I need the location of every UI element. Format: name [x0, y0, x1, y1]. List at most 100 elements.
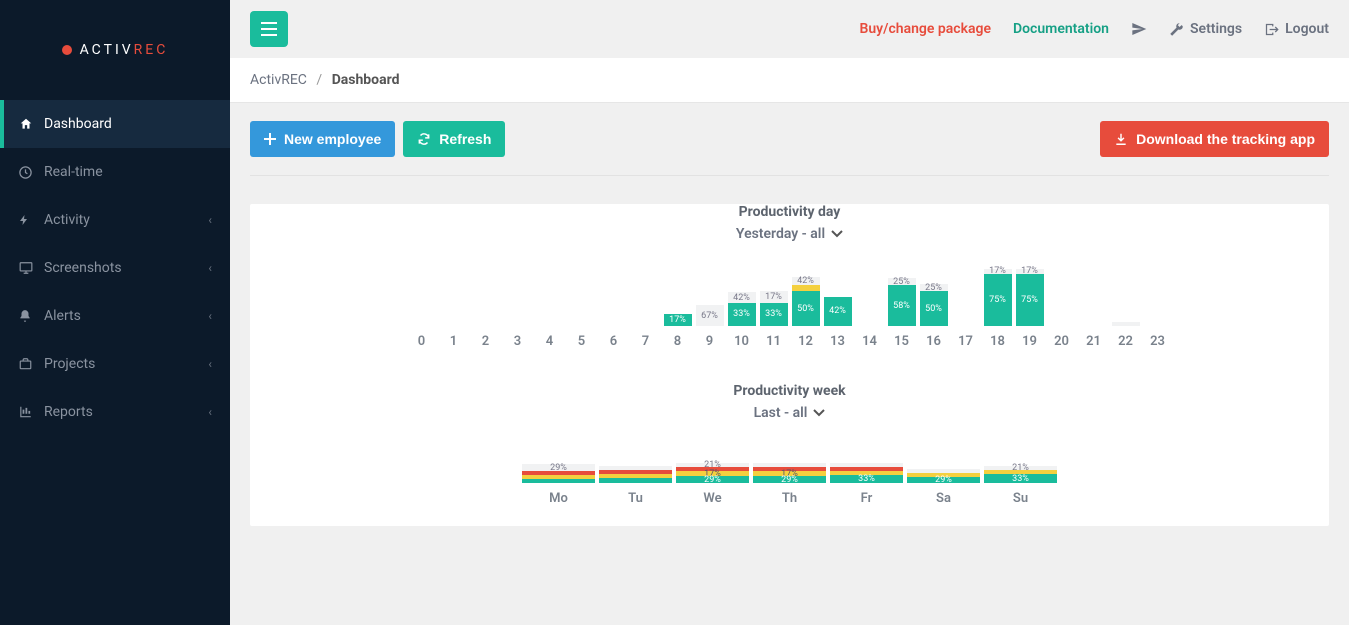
chevron-left-icon: ‹ [208, 261, 212, 275]
documentation-link[interactable]: Documentation [1013, 21, 1109, 37]
x-axis-label: 20 [1054, 334, 1069, 349]
bar-chart-icon [18, 405, 44, 419]
brand-suffix: REC [134, 42, 169, 58]
download-app-button[interactable]: Download the tracking app [1100, 121, 1329, 157]
x-axis-label: 1 [450, 334, 457, 349]
x-axis-label: 18 [990, 334, 1005, 349]
logout-link[interactable]: Logout [1264, 21, 1329, 37]
charts-panel: Productivity day Yesterday - all 0123456… [250, 204, 1329, 526]
refresh-icon [417, 132, 431, 146]
bar-col: 29% Sa [905, 435, 982, 506]
x-axis-label: 12 [798, 334, 813, 349]
chevron-left-icon: ‹ [208, 309, 212, 323]
bar-col: 14 [854, 256, 886, 349]
sidebar-item-label: Alerts [44, 308, 208, 324]
briefcase-icon [18, 357, 44, 371]
bar-seg: 75% [984, 274, 1012, 327]
breadcrumb-current: Dashboard [332, 72, 400, 88]
bar-col: 3 [502, 256, 534, 349]
x-axis-label: 22 [1118, 334, 1133, 349]
x-axis-label: Tu [628, 491, 643, 506]
refresh-button[interactable]: Refresh [403, 121, 505, 157]
record-dot-icon [62, 45, 72, 55]
bar-seg: 17% [760, 291, 788, 303]
topbar: Buy/change package Documentation Setting… [230, 0, 1349, 58]
bar-seg: 42% [792, 277, 820, 285]
breadcrumb-sep: / [316, 72, 322, 88]
sidebar-item-real-time[interactable]: Real-time [0, 148, 230, 196]
bar-col: 29%17%21%We [674, 435, 751, 506]
chart-day-subtitle: Yesterday - all [736, 226, 825, 242]
bar-seg: 50% [920, 291, 948, 326]
x-axis-label: 11 [766, 334, 781, 349]
bar-col: 50% 42% 12 [790, 256, 822, 349]
bar-col: 29%Mo [520, 435, 597, 506]
x-axis-label: 10 [734, 334, 749, 349]
menu-toggle-button[interactable] [250, 11, 288, 47]
hamburger-icon [261, 22, 277, 36]
bar-seg: 33% [760, 303, 788, 326]
x-axis-label: 6 [610, 334, 617, 349]
bar-col: 6 [598, 256, 630, 349]
bar-col: 20 [1046, 256, 1078, 349]
bar-seg: 25% [888, 278, 916, 285]
bar-col: 21 [1078, 256, 1110, 349]
x-axis-label: 5 [578, 334, 585, 349]
x-axis-label: Sa [936, 491, 951, 506]
sidebar-item-reports[interactable]: Reports‹ [0, 388, 230, 436]
bar-col: 22 [1110, 256, 1142, 349]
download-icon [1114, 132, 1128, 146]
bar-seg: 50% [792, 291, 820, 326]
new-employee-button[interactable]: New employee [250, 121, 395, 157]
breadcrumb-root[interactable]: ActivREC [250, 72, 307, 88]
x-axis-label: Fr [861, 491, 873, 506]
x-axis-label: 4 [546, 334, 553, 349]
bar-col: 23 [1142, 256, 1174, 349]
chart-week-selector[interactable]: Last - all [754, 405, 826, 421]
sidebar-item-screenshots[interactable]: Screenshots‹ [0, 244, 230, 292]
bar-seg: 29% [907, 477, 980, 483]
chart-week: 29%MoTu29%17%21%We29%17%Th33%Fr29%Sa33%2… [250, 435, 1329, 506]
bar-col: 7 [630, 256, 662, 349]
bar-col: 67%9 [694, 256, 726, 349]
sidebar-item-alerts[interactable]: Alerts‹ [0, 292, 230, 340]
bar-col: 0 [406, 256, 438, 349]
paper-plane-icon [1131, 21, 1147, 37]
bar-col: 75%17%18 [982, 256, 1014, 349]
chevron-left-icon: ‹ [208, 213, 212, 227]
buy-package-link[interactable]: Buy/change package [859, 21, 991, 37]
bar-seg: 42% [728, 292, 756, 303]
chart-day-selector[interactable]: Yesterday - all [736, 226, 843, 242]
x-axis-label: Th [782, 491, 797, 506]
chart-day-section: Productivity day Yesterday - all 0123456… [250, 204, 1329, 349]
bar-seg [599, 478, 672, 483]
settings-link[interactable]: Settings [1169, 21, 1242, 37]
sidebar-item-activity[interactable]: Activity‹ [0, 196, 230, 244]
sidebar-item-projects[interactable]: Projects‹ [0, 340, 230, 388]
bar-col: Tu [597, 435, 674, 506]
logout-label: Logout [1285, 21, 1329, 37]
x-axis-label: 19 [1022, 334, 1037, 349]
monitor-icon [18, 261, 44, 275]
bar-seg: 42% [824, 297, 852, 326]
bar-col: 33%Fr [828, 435, 905, 506]
bar-col: 58%25%15 [886, 256, 918, 349]
bar-col: 33%17% 11 [758, 256, 790, 349]
x-axis-label: We [703, 491, 721, 506]
bar-seg [522, 479, 595, 483]
chevron-down-icon [831, 230, 843, 238]
x-axis-label: 13 [830, 334, 845, 349]
chart-week-section: Productivity week Last - all 29%Mo Tu 29%1… [250, 383, 1329, 506]
sidebar-item-dashboard[interactable]: Dashboard [0, 100, 230, 148]
send-button[interactable] [1131, 21, 1147, 37]
refresh-label: Refresh [439, 131, 491, 147]
chart-week-title: Productivity week [250, 383, 1329, 399]
chevron-left-icon: ‹ [208, 405, 212, 419]
bar-col: 1 [438, 256, 470, 349]
sidebar-item-label: Projects [44, 356, 208, 372]
bar-col: 29%17%Th [751, 435, 828, 506]
x-axis-label: 2 [482, 334, 489, 349]
sidebar-item-label: Real-time [44, 164, 212, 180]
x-axis-label: 14 [862, 334, 877, 349]
bar-seg: 29% [676, 476, 749, 483]
